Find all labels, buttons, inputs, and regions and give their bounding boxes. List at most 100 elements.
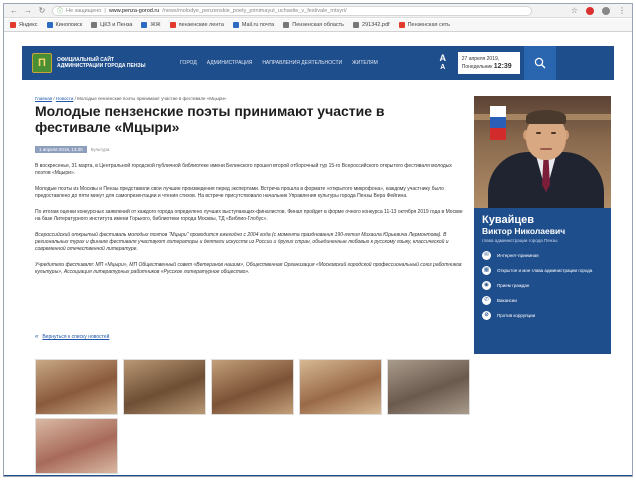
- nav-item[interactable]: АДМИНИСТРАЦИЯ: [207, 60, 253, 66]
- breadcrumb: Главная / Новости / Молодые пензенские п…: [35, 96, 227, 101]
- article-paragraph: В воскресенье, 31 марта, в Центральной г…: [35, 163, 452, 176]
- bookmark-label: пензенские лента: [178, 22, 224, 28]
- bookmark-item[interactable]: пензенские лента: [169, 22, 224, 28]
- flag-icon: [490, 106, 506, 140]
- profile-icon[interactable]: [602, 6, 610, 15]
- search-button[interactable]: [523, 46, 556, 80]
- back-to-news-link[interactable]: Вернуться к списку новостей: [42, 334, 109, 340]
- bookmark-label: ЖЖ: [150, 22, 161, 28]
- anticorruption-icon: ⊘: [482, 311, 491, 320]
- bookmark-item[interactable]: ЦКЗ и Пенза: [91, 22, 132, 28]
- top-nav: ГОРОД АДМИНИСТРАЦИЯ НАПРАВЛЕНИЯ ДЕЯТЕЛЬНОС…: [180, 60, 378, 66]
- bookmark-favicon-icon: [169, 22, 176, 28]
- mayor-given-name[interactable]: Виктор Николаевич: [482, 226, 603, 236]
- gallery-photo[interactable]: [35, 418, 118, 474]
- mayor-surname[interactable]: Кувайцев: [482, 214, 603, 226]
- bookmark-favicon-icon: [353, 22, 360, 28]
- search-icon: [534, 57, 546, 69]
- font-decrease-button[interactable]: А: [440, 63, 445, 72]
- time-text: 12:39: [493, 63, 512, 70]
- arrow-left-icon: «: [35, 334, 39, 340]
- bookmark-favicon-icon: [10, 22, 16, 28]
- mayor-name-block: Кувайцев Виктор Николаевич глава админис…: [474, 208, 611, 243]
- url-host: www.penza-gorod.ru: [108, 7, 160, 14]
- sidebar-link[interactable]: ▦ Открытое и мое глава администрации горо…: [482, 266, 603, 275]
- reception-icon: ◉: [482, 281, 491, 290]
- city-logo-icon[interactable]: П: [32, 53, 52, 73]
- forward-arrow-icon[interactable]: →: [24, 6, 32, 15]
- chat-icon: ✉: [482, 251, 491, 260]
- bookmark-item[interactable]: 291342.pdf: [353, 22, 390, 28]
- portrait-eye: [551, 132, 556, 134]
- menu-dots-icon[interactable]: ⋮: [618, 6, 626, 15]
- font-size-control: А А: [438, 54, 448, 72]
- bookmark-star-icon[interactable]: ☆: [571, 6, 578, 15]
- bookmark-label: Mail.ru почта: [241, 22, 275, 28]
- photo-gallery: [35, 359, 475, 474]
- url-input[interactable]: ⓘ Не защищено | www.penza-gorod.ru/news/…: [52, 5, 532, 16]
- footer-line: [4, 475, 632, 476]
- article-paragraph: Молодые поэты из Москвы и Пензы представ…: [35, 186, 444, 199]
- address-bar: ← → ↻ ⓘ Не защищено | www.penza-gorod.ru…: [4, 4, 632, 18]
- gallery-photo[interactable]: [35, 359, 118, 415]
- font-increase-button[interactable]: А: [440, 54, 447, 63]
- article-body: В воскресенье, 31 марта, в Центральной г…: [35, 163, 465, 285]
- sidebar-link[interactable]: ✉ Интернет-приемная: [482, 251, 603, 260]
- site-name[interactable]: ОФИЦИАЛЬНЫЙ САЙТ АДМИНИСТРАЦИИ ГОРОДА ПЕ…: [57, 57, 152, 69]
- article-meta: 1 апреля 2019, 13:30 Культура: [35, 146, 109, 153]
- article-paragraph: По итогам оценки конкурсных заявлений от…: [35, 209, 463, 222]
- bookmark-label: ЦКЗ и Пенза: [100, 22, 133, 28]
- site-header: П ОФИЦИАЛЬНЫЙ САЙТ АДМИНИСТРАЦИИ ГОРОДА …: [22, 46, 614, 80]
- sidebar-links: ✉ Интернет-приемная ▦ Открытое и мое глава …: [474, 243, 611, 328]
- sidebar-link[interactable]: ◉ Прием граждан: [482, 281, 603, 290]
- reload-icon[interactable]: ↻: [38, 6, 46, 15]
- bookmark-favicon-icon: [91, 22, 98, 28]
- bookmark-item[interactable]: Пензенская сеть: [398, 22, 450, 28]
- gallery-photo[interactable]: [387, 359, 470, 415]
- bookmark-label: 291342.pdf: [362, 22, 390, 28]
- bookmark-item[interactable]: Пензенская область: [283, 22, 344, 28]
- mayor-sidebar: Кувайцев Виктор Николаевич глава админис…: [474, 96, 611, 354]
- bookmark-favicon-icon: [283, 22, 290, 28]
- url-divider: |: [104, 7, 106, 14]
- bookmark-item[interactable]: ЖЖ: [141, 22, 161, 28]
- sidebar-link[interactable]: ⊘ Против коррупции: [482, 311, 603, 320]
- bookmark-label: Кинопоиск: [55, 22, 83, 28]
- bookmarks-bar: Яндекс Кинопоиск ЦКЗ и Пенза ЖЖ пензенские л…: [4, 19, 632, 32]
- bookmark-item[interactable]: Яндекс: [10, 22, 38, 28]
- back-to-news[interactable]: « Вернуться к списку новостей: [35, 334, 109, 340]
- nav-item[interactable]: НАПРАВЛЕНИЯ ДЕЯТЕЛЬНОСТИ: [262, 60, 342, 66]
- article-paragraph: Учредители фестиваля: МП «Мцыри», МП Общ…: [35, 262, 462, 275]
- bookmark-favicon-icon: [398, 22, 405, 28]
- extension-icon[interactable]: [586, 6, 594, 15]
- date-text: 27 апреля 2019,: [461, 56, 500, 62]
- breadcrumb-news[interactable]: Новости: [56, 96, 73, 101]
- sidebar-link-label: Интернет-приемная: [497, 252, 539, 258]
- back-arrow-icon[interactable]: ←: [10, 6, 18, 15]
- url-security-label: Не защищено: [66, 7, 102, 14]
- bookmark-item[interactable]: Кинопоиск: [46, 22, 83, 28]
- breadcrumb-home[interactable]: Главная: [35, 96, 52, 101]
- gallery-photo[interactable]: [299, 359, 382, 415]
- bookmark-favicon-icon: [141, 22, 148, 28]
- bookmark-favicon-icon: [232, 22, 239, 28]
- sidebar-link[interactable]: ✆ Вакансии: [482, 296, 603, 305]
- sidebar-link-label: Открытое и мое глава администрации город…: [497, 267, 593, 273]
- bookmark-label: Яндекс: [19, 22, 38, 28]
- sidebar-link-label: Против коррупции: [497, 312, 536, 318]
- url-path: /news/molodye_penzenskie_poety_prinimayu…: [162, 7, 347, 14]
- sidebar-link-label: Вакансии: [497, 297, 517, 303]
- date-box: 27 апреля 2019, Понедельник 12:39: [457, 52, 520, 74]
- gallery-photo[interactable]: [211, 359, 294, 415]
- info-icon: ⓘ: [57, 9, 64, 15]
- article-paragraph: Всероссийский открытый фестиваль молодых…: [35, 232, 449, 252]
- category-tag[interactable]: Культура: [91, 147, 110, 152]
- gallery-photo[interactable]: [123, 359, 206, 415]
- portrait-mouth: [540, 148, 552, 150]
- bookmark-item[interactable]: Mail.ru почта: [232, 22, 275, 28]
- sidebar-link-label: Прием граждан: [497, 282, 530, 288]
- nav-item[interactable]: ЖИТЕЛЯМ: [352, 60, 378, 66]
- nav-item[interactable]: ГОРОД: [180, 60, 197, 66]
- calendar-icon: ▦: [482, 266, 491, 275]
- browser-window: ← → ↻ ⓘ Не защищено | www.penza-gorod.ru…: [3, 3, 633, 477]
